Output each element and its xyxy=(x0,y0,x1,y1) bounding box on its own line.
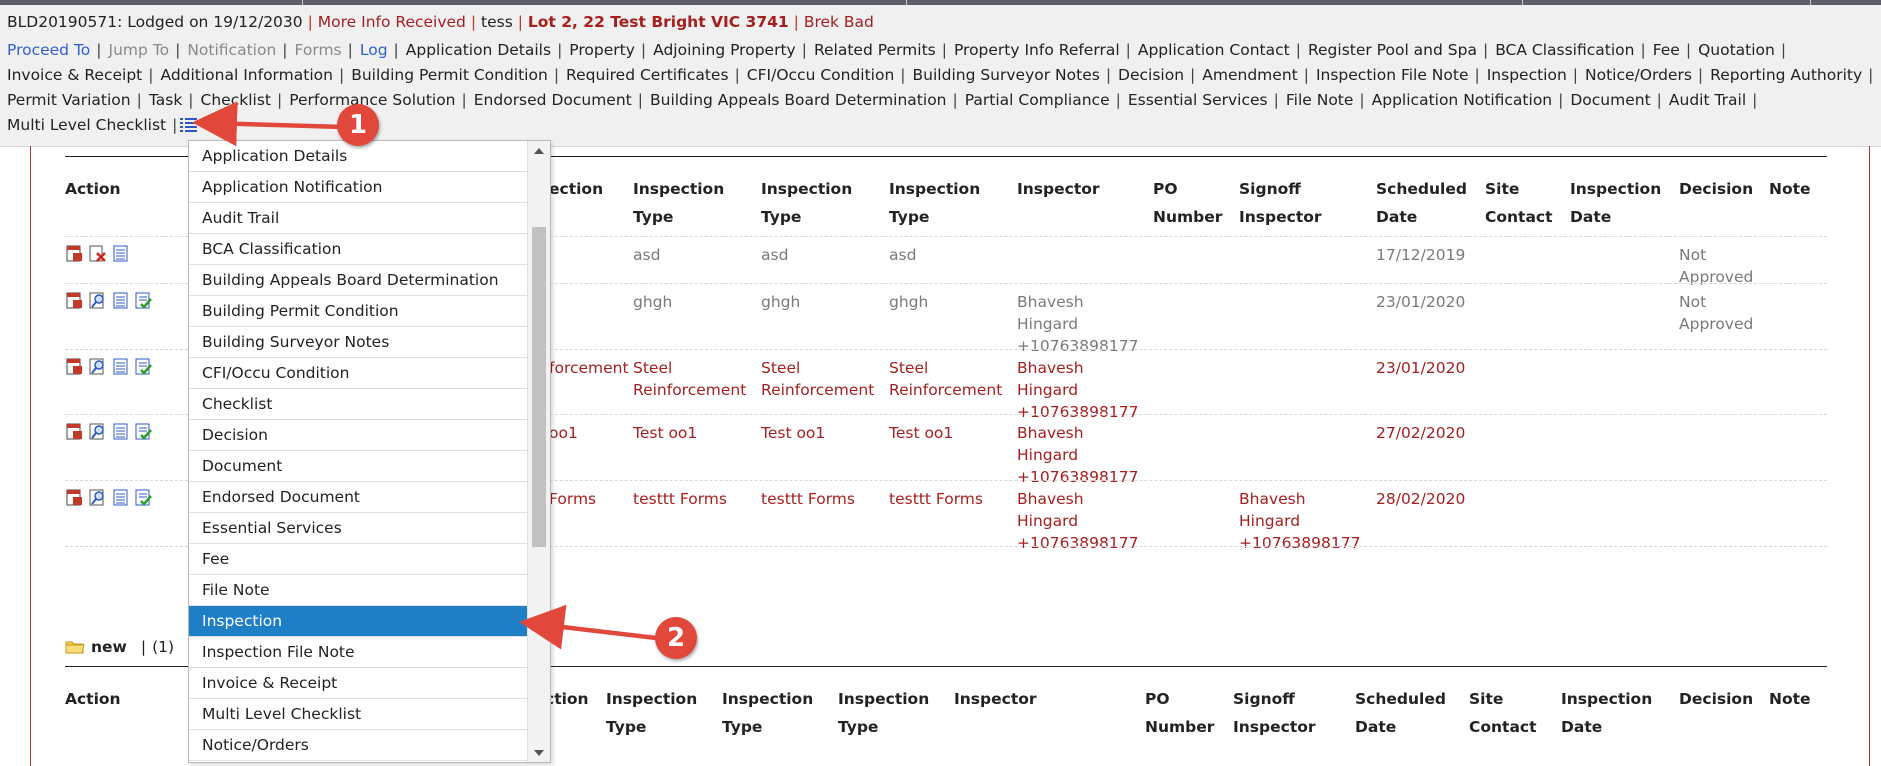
annotation-arrows xyxy=(192,101,657,650)
callout-2-arrow xyxy=(519,604,657,650)
callout-2-badge: 2 xyxy=(655,617,697,659)
callout-1-badge: 1 xyxy=(337,104,379,146)
callout-1-arrow xyxy=(192,101,344,147)
